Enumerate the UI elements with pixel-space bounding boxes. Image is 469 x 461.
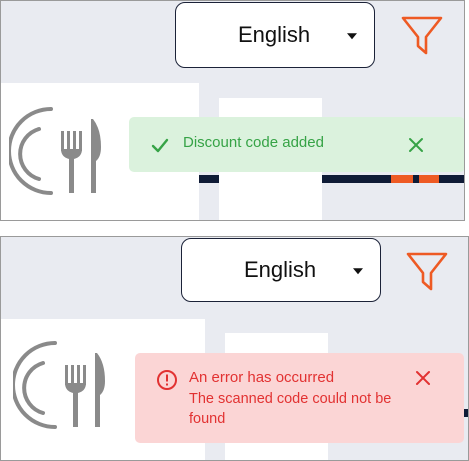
navy-bar (199, 175, 219, 183)
toast-message: The scanned code could not be found (189, 391, 392, 427)
plate-cutlery-icon (9, 107, 101, 195)
orange-chip (419, 175, 439, 183)
alert-circle-icon (157, 370, 177, 390)
language-select-value: English (244, 257, 317, 282)
plate-cutlery-icon (13, 341, 105, 429)
chevron-down-icon (353, 268, 363, 275)
filter-icon[interactable] (405, 249, 449, 293)
close-icon[interactable] (415, 370, 431, 386)
toast-message: Discount code added (183, 134, 324, 151)
screen-success: English Discount code added (0, 0, 465, 221)
success-toast: Discount code added (129, 117, 464, 172)
language-select-value: English (238, 22, 311, 47)
toast-title: An error has occurred (189, 369, 335, 386)
screen-error: English An error has occurred The scanne… (0, 236, 469, 461)
chevron-down-icon (347, 33, 357, 40)
orange-chip (391, 175, 413, 183)
language-select[interactable]: English (175, 2, 375, 68)
language-select[interactable]: English (181, 238, 381, 302)
close-icon[interactable] (408, 137, 424, 153)
check-icon (151, 138, 169, 153)
filter-icon[interactable] (400, 13, 444, 57)
error-toast: An error has occurred The scanned code c… (135, 353, 464, 443)
